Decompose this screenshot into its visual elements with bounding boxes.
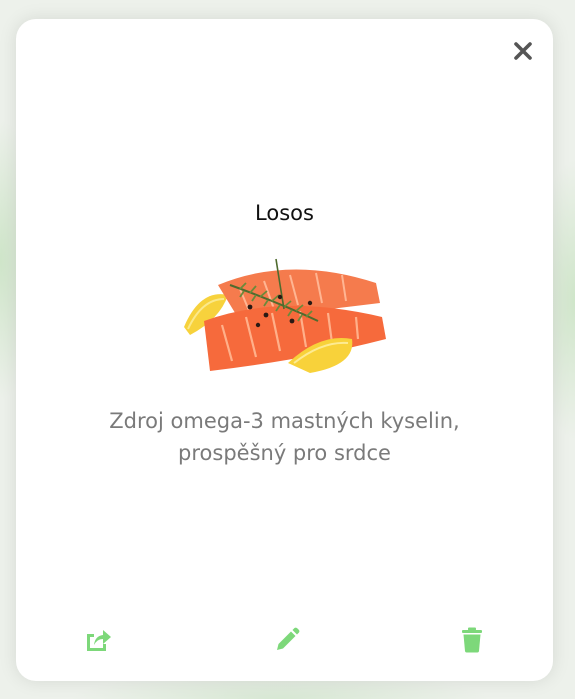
share-icon bbox=[87, 630, 111, 651]
pencil-icon bbox=[277, 627, 300, 650]
delete-button[interactable] bbox=[457, 625, 487, 655]
close-icon bbox=[514, 42, 532, 60]
edit-button[interactable] bbox=[272, 625, 302, 655]
trash-icon bbox=[462, 627, 482, 653]
food-title: Losos bbox=[255, 201, 314, 225]
share-button[interactable] bbox=[83, 625, 113, 655]
food-detail-modal: Losos Zdroj omega-3 mastných kyselin, pr… bbox=[16, 19, 553, 681]
salmon-fillet-image bbox=[180, 255, 390, 379]
close-button[interactable] bbox=[511, 39, 535, 63]
food-description: Zdroj omega-3 mastných kyselin, prospěšn… bbox=[109, 409, 460, 465]
